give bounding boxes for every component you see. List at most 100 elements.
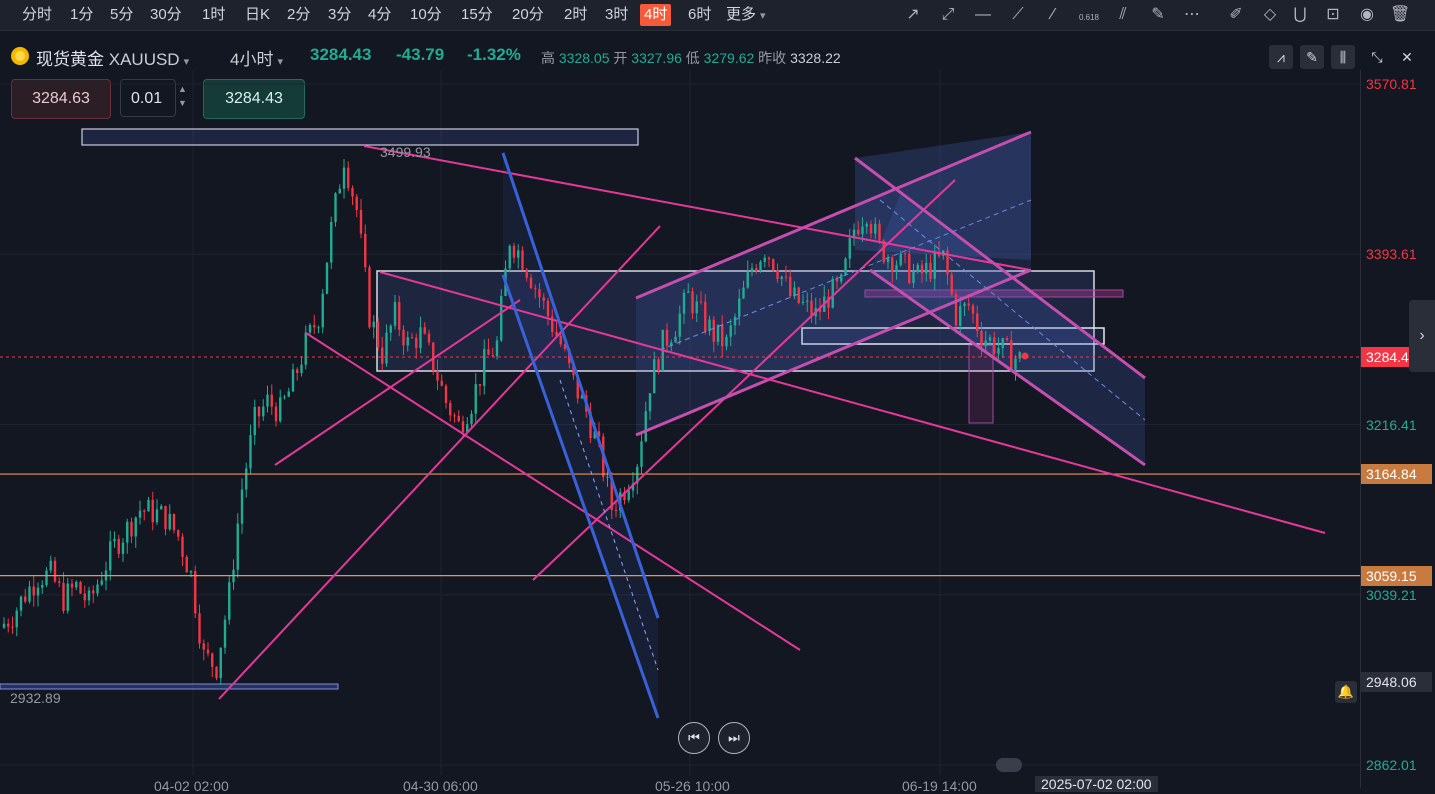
candle-body-226 xyxy=(963,303,966,307)
candle-body-178 xyxy=(759,261,762,272)
candle-body-158 xyxy=(674,336,677,343)
candle-body-100 xyxy=(427,333,431,343)
candle-body-43 xyxy=(185,556,188,573)
candle-body-209 xyxy=(891,257,894,273)
candle-body-131 xyxy=(559,335,562,345)
candle-body-12 xyxy=(53,560,57,582)
candle-body-213 xyxy=(908,253,911,283)
candle-body-38 xyxy=(164,505,167,530)
candle-body-60 xyxy=(257,406,261,417)
candle-body-174 xyxy=(742,287,745,299)
alert-level-tag: 2948.06 xyxy=(1361,672,1432,693)
candle-body-195 xyxy=(831,279,834,308)
candle-body-67 xyxy=(287,391,290,397)
candle-body-37 xyxy=(160,505,163,510)
candle-body-13 xyxy=(58,581,61,583)
candle-body-40 xyxy=(172,514,176,531)
candle-body-68 xyxy=(291,369,295,392)
candle-body-219 xyxy=(933,251,936,279)
candle-body-96 xyxy=(410,337,414,339)
candle-body-237 xyxy=(1010,340,1013,370)
candle-body-69 xyxy=(296,369,299,374)
candle-body-93 xyxy=(398,302,401,330)
price-chart[interactable]: 3499.93 2932.89 xyxy=(0,0,1360,788)
candle-body-87 xyxy=(372,321,375,328)
candle-body-147 xyxy=(627,490,630,501)
candle-body-231 xyxy=(984,340,987,347)
candle-body-127 xyxy=(542,297,545,301)
candle-body-92 xyxy=(393,302,397,326)
x-tick-2: 05-26 10:00 xyxy=(655,778,730,794)
candle-body-125 xyxy=(534,288,537,290)
chevron-right-icon[interactable]: › xyxy=(1409,300,1435,372)
candle-body-124 xyxy=(529,277,533,289)
candle-body-239 xyxy=(1018,352,1021,359)
candle-body-16 xyxy=(70,583,74,588)
candle-body-176 xyxy=(750,268,754,272)
candle-body-188 xyxy=(801,301,805,304)
y-tick-3: 3039.21 xyxy=(1366,586,1417,603)
candle-body-212 xyxy=(903,253,907,255)
candle-body-235 xyxy=(1001,338,1004,349)
candle-body-198 xyxy=(844,258,847,275)
candle-body-224 xyxy=(954,294,958,326)
candle-body-151 xyxy=(644,411,647,442)
eye-icon[interactable]: ◉ xyxy=(1357,5,1377,25)
candle-body-63 xyxy=(270,394,273,407)
trash-icon[interactable]: 🗑 xyxy=(1390,5,1410,25)
candle-body-57 xyxy=(245,468,248,490)
candle-body-120 xyxy=(512,245,516,258)
candle-body-180 xyxy=(767,257,771,260)
step-forward-button[interactable]: ⏭ xyxy=(718,722,750,754)
candle-body-161 xyxy=(687,291,690,293)
candle-body-203 xyxy=(865,224,868,227)
alert-bell-icon[interactable]: 🔔 xyxy=(1335,681,1357,703)
candle-body-197 xyxy=(840,274,843,282)
candle-body-14 xyxy=(62,582,65,611)
candle-body-41 xyxy=(177,530,180,537)
candle-body-234 xyxy=(997,348,1000,354)
candle-body-6 xyxy=(28,586,31,602)
trendline-rising-2 xyxy=(532,179,956,581)
candle-body-1 xyxy=(7,623,10,627)
candle-body-61 xyxy=(262,406,265,417)
candle-body-107 xyxy=(457,415,460,422)
step-back-button[interactable]: ⏮ xyxy=(678,722,710,754)
candle-body-62 xyxy=(266,394,269,407)
scroll-handle[interactable] xyxy=(996,758,1022,772)
candle-body-42 xyxy=(181,536,184,557)
last-price-dot xyxy=(1021,352,1029,360)
candle-body-216 xyxy=(920,264,924,274)
candle-body-8 xyxy=(36,587,40,596)
candle-body-196 xyxy=(835,279,839,282)
candle-body-52 xyxy=(223,619,227,648)
candle-body-215 xyxy=(916,264,919,272)
candle-body-210 xyxy=(895,265,898,273)
candle-body-10 xyxy=(45,570,48,586)
candle-body-22 xyxy=(96,584,99,594)
candle-body-233 xyxy=(993,337,996,354)
candle-body-217 xyxy=(925,262,928,274)
candle-body-48 xyxy=(206,649,210,654)
candle-body-181 xyxy=(772,259,775,271)
candle-body-170 xyxy=(725,336,728,347)
candle-body-150 xyxy=(640,441,643,467)
candle-body-51 xyxy=(219,647,222,679)
candle-body-50 xyxy=(215,666,218,679)
collapse-icon[interactable]: ⤡ xyxy=(1365,45,1389,69)
y-tick-2: 3216.41 xyxy=(1366,416,1417,433)
candle-body-11 xyxy=(49,560,52,571)
candle-body-79 xyxy=(338,188,341,194)
candle-body-64 xyxy=(274,406,278,422)
close-icon[interactable]: ✕ xyxy=(1395,45,1419,69)
candle-body-116 xyxy=(495,340,499,357)
candle-body-49 xyxy=(211,653,214,667)
candle-body-163 xyxy=(695,301,698,314)
candle-body-72 xyxy=(308,325,312,333)
candle-body-28 xyxy=(121,542,125,554)
top-rectangle xyxy=(81,128,639,146)
candle-body-88 xyxy=(376,321,380,348)
level-tag-0: 3164.84 xyxy=(1361,464,1432,485)
candle-body-168 xyxy=(716,324,720,342)
candle-body-211 xyxy=(899,253,902,266)
